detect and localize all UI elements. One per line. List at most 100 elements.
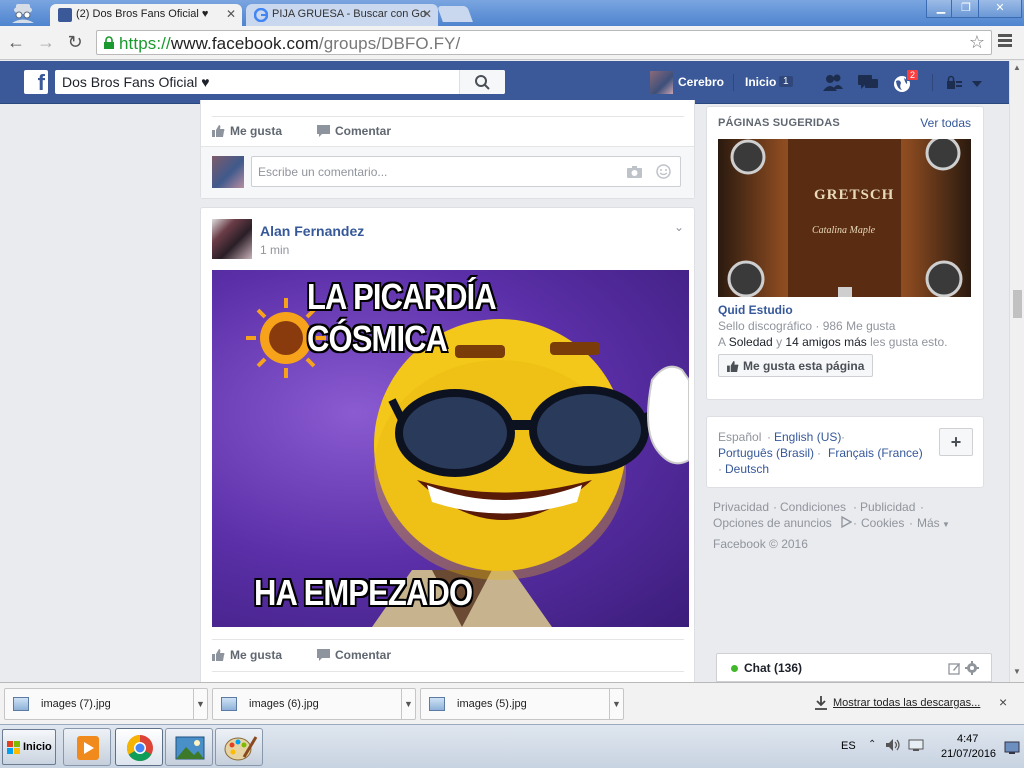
media-player-taskbar-button[interactable] [63,728,111,766]
post-image[interactable]: LA PICARDÍA CÓSMICA HA EMPEZADO [212,270,689,627]
language-english[interactable]: English (US) [774,430,841,444]
guitar-headstock-illustration [727,139,963,297]
comment-button[interactable]: Comentar [317,124,391,138]
friend-link[interactable]: Soledad [729,335,773,349]
close-tab-icon[interactable]: ✕ [226,7,236,21]
language-selector-panel: Español · English (US) · Português (Bras… [706,416,984,488]
forward-button[interactable]: → [35,31,57,53]
scroll-down-arrow-icon[interactable]: ▼ [1013,667,1021,676]
privacy-shortcuts-icon[interactable] [945,73,967,93]
footer-link[interactable]: Condiciones [780,500,846,514]
language-portuguese[interactable]: Português (Brasil) [718,446,814,460]
suggested-page-name-link[interactable]: Quid Estudio [718,303,793,317]
paint-palette-icon [224,736,258,761]
add-language-button[interactable]: + [939,428,973,456]
footer-link[interactable]: Opciones de anuncios [713,516,832,530]
chat-sidebar-tab[interactable]: Chat (136) [716,653,992,682]
comment-button[interactable]: Comentar [317,648,391,662]
download-options-chevron-icon[interactable]: ▼ [609,689,623,719]
facebook-favicon-icon [58,8,72,22]
copyright: Facebook © 2016 [713,537,808,551]
reload-button[interactable]: ↻ [64,31,86,53]
close-downloads-bar-button[interactable]: × [999,694,1007,710]
suggested-page-meta: Sello discográfico · 986 Me gusta [718,319,896,333]
facebook-logo-icon[interactable]: f [24,70,48,95]
comment-input[interactable]: Escribe un comentario... [251,156,681,187]
footer-link[interactable]: Cookies [861,516,904,530]
facebook-search-input[interactable]: Dos Bros Fans Oficial ♥ [55,70,505,94]
guitar-model-text: Catalina Maple [812,225,876,236]
scroll-up-arrow-icon[interactable]: ▲ [1013,63,1021,72]
image-file-icon [429,697,445,711]
see-all-link[interactable]: Ver todas [920,116,971,130]
like-button[interactable]: Me gusta [212,124,282,138]
friends-more-link[interactable]: 14 amigos más [785,335,866,349]
close-window-button[interactable]: ✕ [978,0,1022,18]
search-button[interactable] [459,70,505,94]
profile-name-link[interactable]: Cerebro [678,75,724,89]
post-card: Alan Fernandez 1 min ⌄ LA PICARDÍA CÓSMI… [200,207,695,687]
download-item[interactable]: images (5).jpg ▼ [420,688,624,720]
show-all-downloads-link[interactable]: Mostrar todas las descargas... [833,697,980,709]
address-bar[interactable]: https://www.facebook.com/groups/DBFO.FY/… [96,30,992,55]
chrome-menu-icon[interactable] [998,32,1016,50]
post-actions: Me gusta Comentar [212,117,684,145]
camera-icon[interactable] [627,166,642,178]
notifications-count-badge: 2 [906,69,920,81]
volume-icon[interactable] [885,738,901,752]
online-status-dot [731,665,738,672]
emoji-icon[interactable] [656,164,671,179]
post-options-chevron-icon[interactable]: ⌄ [674,220,684,234]
footer-more-link[interactable]: Más [917,516,940,530]
account-menu-chevron-icon[interactable] [970,73,984,93]
show-hidden-icons-arrow-icon[interactable]: ⌃ [868,739,876,750]
download-options-chevron-icon[interactable]: ▼ [193,689,207,719]
clock-date[interactable]: 21/07/2016 [941,748,996,760]
bookmark-star-icon[interactable]: ☆ [969,32,985,53]
profile-avatar[interactable] [650,71,673,94]
download-item[interactable]: images (6).jpg ▼ [212,688,416,720]
paint-taskbar-button[interactable] [215,728,263,766]
start-button[interactable]: Inicio [2,729,56,765]
messages-icon[interactable] [857,73,879,93]
home-count-badge: 1 [779,76,793,87]
adchoices-icon[interactable] [840,516,852,528]
new-tab-button[interactable] [437,6,473,22]
footer-link[interactable]: Publicidad [860,500,915,514]
maximize-window-button[interactable]: ❐ [951,0,981,18]
back-button[interactable]: ← [5,31,27,53]
download-item[interactable]: images (7).jpg ▼ [4,688,208,720]
meme-bottom-caption: HA EMPEZADO [254,572,473,613]
language-french[interactable]: Français (France) [828,446,923,460]
language-german[interactable]: Deutsch [725,462,769,476]
photo-viewer-taskbar-button[interactable] [165,728,213,766]
downloads-bar: images (7).jpg ▼ images (6).jpg ▼ images… [0,682,1024,724]
download-options-chevron-icon[interactable]: ▼ [401,689,415,719]
thumbs-up-icon [212,125,225,137]
comment-area: Escribe un comentario... [201,146,694,198]
footer-link[interactable]: Privacidad [713,500,769,514]
scrollbar-thumb[interactable] [1013,290,1022,318]
tab-google[interactable]: PIJA GRUESA - Buscar con Go ✕ [246,4,438,26]
suggested-page-image[interactable]: GRETSCH Catalina Maple [718,139,971,297]
chat-settings-gear-icon[interactable] [965,661,979,675]
like-page-button[interactable]: Me gusta esta página [718,354,873,377]
like-button[interactable]: Me gusta [212,648,282,662]
author-avatar[interactable] [212,219,252,259]
nav-divider [932,74,933,91]
post-timestamp[interactable]: 1 min [260,243,289,257]
show-desktop-icon[interactable] [1004,741,1020,755]
page-scrollbar[interactable]: ▲ ▼ [1009,61,1024,682]
clock-time[interactable]: 4:47 [957,733,978,745]
chrome-taskbar-button[interactable] [115,728,163,766]
author-name-link[interactable]: Alan Fernandez [260,223,364,239]
close-tab-icon[interactable]: ✕ [422,7,432,21]
tab-facebook[interactable]: (2) Dos Bros Fans Oficial ♥ ✕ [50,4,242,26]
network-icon[interactable] [908,738,924,752]
new-message-icon[interactable] [948,662,961,675]
home-link[interactable]: Inicio [745,75,776,89]
input-language-indicator[interactable]: ES [841,740,856,752]
friend-requests-icon[interactable] [822,73,844,93]
thumbs-up-icon [212,649,225,661]
download-arrow-icon [815,696,827,710]
